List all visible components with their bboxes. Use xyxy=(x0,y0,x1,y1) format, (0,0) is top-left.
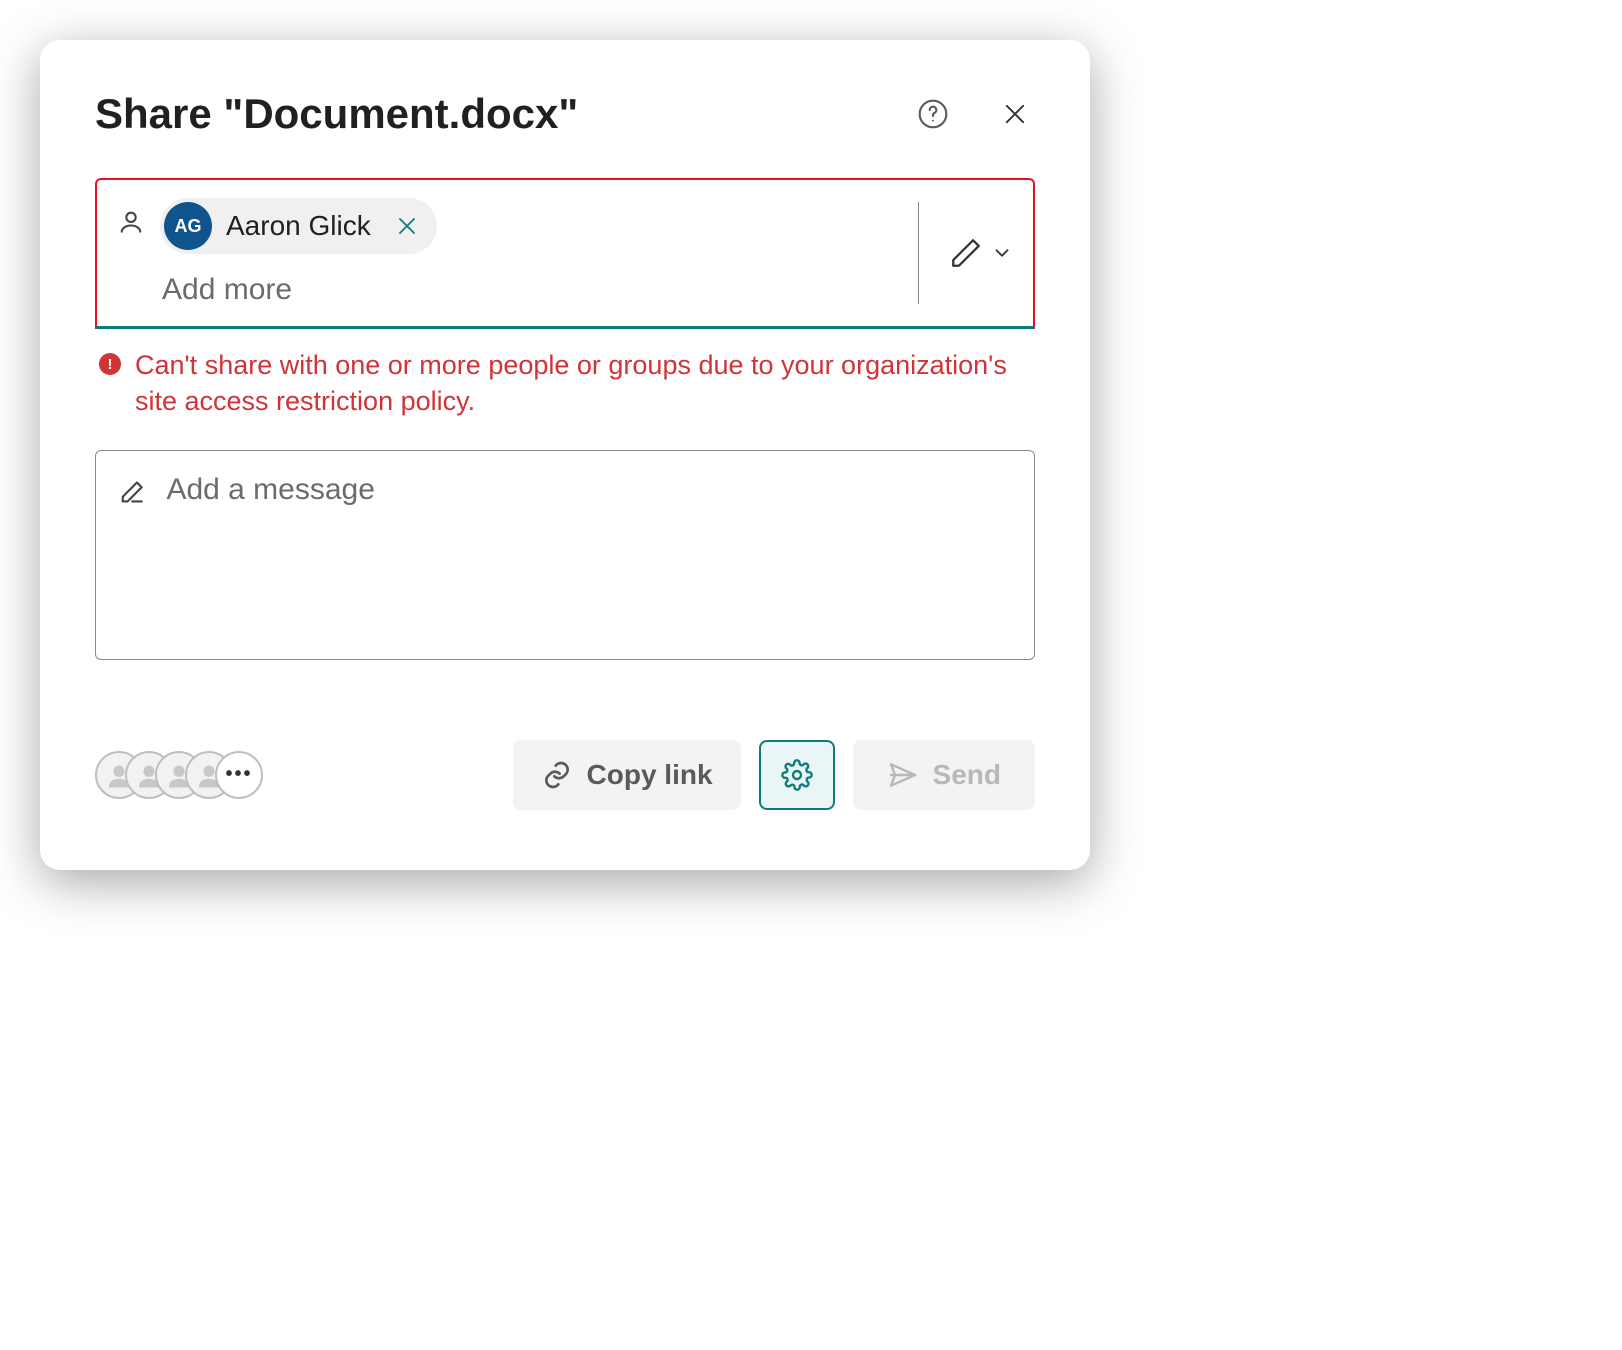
help-button[interactable] xyxy=(911,92,955,136)
link-settings-button[interactable] xyxy=(759,740,835,810)
close-icon xyxy=(1001,100,1029,128)
recipient-input-box[interactable]: AG Aaron Glick xyxy=(95,178,1035,329)
error-text: Can't share with one or more people or g… xyxy=(135,347,1031,420)
dialog-footer: ••• Copy link Send xyxy=(95,740,1035,810)
close-button[interactable] xyxy=(995,94,1035,134)
message-box[interactable] xyxy=(95,450,1035,660)
pencil-icon xyxy=(949,236,983,270)
share-dialog: Share "Document.docx" xyxy=(40,40,1090,870)
dialog-title: Share "Document.docx" xyxy=(95,90,578,138)
copy-link-button[interactable]: Copy link xyxy=(513,740,741,810)
avatar: AG xyxy=(164,202,212,250)
person-icon xyxy=(117,208,145,236)
message-input[interactable] xyxy=(164,471,1012,543)
footer-buttons: Copy link Send xyxy=(513,740,1035,810)
add-more-input[interactable] xyxy=(160,272,903,308)
remove-icon xyxy=(395,214,419,238)
header-actions xyxy=(911,92,1035,136)
permission-selector[interactable] xyxy=(918,202,1013,304)
send-label: Send xyxy=(933,759,1001,791)
link-icon xyxy=(541,759,573,791)
compose-icon xyxy=(118,477,146,507)
gear-icon xyxy=(781,759,813,791)
dialog-header: Share "Document.docx" xyxy=(95,90,1035,138)
send-button[interactable]: Send xyxy=(853,740,1035,810)
copy-link-label: Copy link xyxy=(587,759,713,791)
error-icon: ! xyxy=(99,353,121,375)
recipient-chip[interactable]: AG Aaron Glick xyxy=(160,198,437,254)
chevron-down-icon xyxy=(991,242,1013,264)
send-icon xyxy=(887,759,919,791)
recipient-content: AG Aaron Glick xyxy=(160,198,903,308)
remove-recipient-button[interactable] xyxy=(391,210,423,242)
help-icon xyxy=(917,98,949,130)
error-message-row: ! Can't share with one or more people or… xyxy=(95,347,1035,420)
stack-avatar-more[interactable]: ••• xyxy=(215,751,263,799)
recipient-name: Aaron Glick xyxy=(226,210,371,242)
shared-with-stack[interactable]: ••• xyxy=(95,751,263,799)
